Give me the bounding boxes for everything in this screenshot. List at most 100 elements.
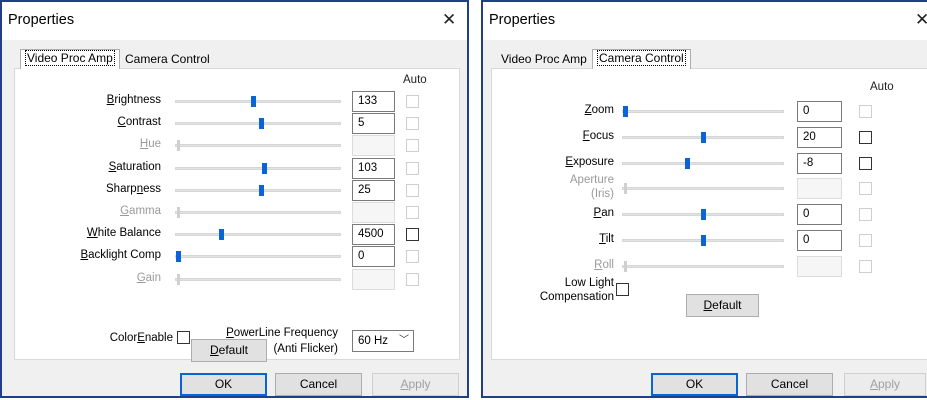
auto-column-header: Auto bbox=[870, 81, 894, 93]
sharpness-slider[interactable] bbox=[175, 184, 341, 196]
color-enable-checkbox[interactable] bbox=[177, 331, 190, 344]
tab-video-proc-amp[interactable]: Video Proc Amp bbox=[20, 49, 120, 69]
brightness-slider[interactable] bbox=[175, 96, 341, 107]
tab-camera-control[interactable]: Camera Control bbox=[121, 51, 214, 69]
tab-camera-control[interactable]: Camera Control bbox=[592, 49, 691, 69]
pan-label: Pan bbox=[593, 207, 614, 220]
compensation-label: Compensation bbox=[539, 291, 614, 303]
zoom-slider-thumb[interactable] bbox=[623, 106, 628, 117]
exposure-value-field[interactable]: -8 bbox=[797, 152, 842, 174]
backlight-comp-auto-checkbox[interactable] bbox=[406, 250, 419, 264]
hue-value-field bbox=[352, 135, 395, 157]
roll-slider-thumb bbox=[624, 260, 627, 272]
ok-button[interactable]: OK bbox=[180, 373, 267, 396]
cancel-button[interactable]: Cancel bbox=[275, 373, 362, 396]
default-button[interactable]: Default bbox=[686, 294, 759, 317]
tilt-slider[interactable] bbox=[622, 235, 784, 246]
white-balance-slider-thumb[interactable] bbox=[219, 229, 225, 241]
tab-panel: Auto Brightness 133 Contrast 5 Hue Saturation… bbox=[14, 68, 460, 360]
roll-slider bbox=[622, 260, 784, 272]
hue-slider bbox=[175, 140, 341, 152]
focus-auto-checkbox[interactable] bbox=[859, 130, 872, 144]
apply-button[interactable]: Apply bbox=[844, 373, 926, 396]
gamma-slider bbox=[175, 207, 341, 218]
hue-auto-checkbox[interactable] bbox=[406, 139, 419, 153]
zoom-auto-checkbox[interactable] bbox=[859, 105, 872, 118]
aperture-sublabel: (Iris) bbox=[591, 188, 614, 201]
saturation-value-field[interactable]: 103 bbox=[352, 157, 395, 179]
focus-slider[interactable] bbox=[622, 131, 784, 143]
brightness-label: Brightness bbox=[106, 94, 161, 106]
default-button[interactable]: Default bbox=[191, 339, 267, 362]
aperture-slider-thumb bbox=[624, 183, 627, 195]
powerline-frequency-label: PowerLine Frequency bbox=[226, 327, 338, 339]
gamma-slider-thumb bbox=[177, 207, 180, 218]
tilt-value-field[interactable]: 0 bbox=[797, 230, 842, 251]
backlight-comp-slider[interactable] bbox=[175, 251, 341, 263]
tab-video-proc-amp[interactable]: Video Proc Amp bbox=[497, 51, 591, 69]
gain-auto-checkbox[interactable] bbox=[406, 272, 419, 286]
title-bar[interactable]: Properties ✕ bbox=[483, 2, 927, 40]
sharpness-auto-checkbox[interactable] bbox=[406, 183, 419, 197]
focus-value-field[interactable]: 20 bbox=[797, 126, 842, 148]
dialog-title: Properties bbox=[489, 12, 556, 28]
backlight-comp-value-field[interactable]: 0 bbox=[352, 246, 395, 268]
brightness-auto-checkbox[interactable] bbox=[406, 95, 419, 108]
gain-value-field bbox=[352, 268, 395, 290]
tab-label: Camera Control bbox=[125, 52, 210, 66]
saturation-slider[interactable] bbox=[175, 162, 341, 174]
tab-label: Camera Control bbox=[597, 50, 686, 66]
tilt-slider-thumb[interactable] bbox=[700, 235, 706, 246]
saturation-slider-thumb[interactable] bbox=[262, 162, 268, 174]
pan-auto-checkbox[interactable] bbox=[859, 208, 872, 222]
low-light-compensation-checkbox[interactable] bbox=[616, 283, 629, 296]
brightness-value-field[interactable]: 133 bbox=[352, 91, 395, 112]
properties-dialog-video-proc-amp: Properties ✕ Video Proc Amp Camera Contr… bbox=[0, 0, 469, 398]
exposure-slider-thumb[interactable] bbox=[684, 157, 690, 169]
ok-button[interactable]: OK bbox=[651, 373, 738, 396]
zoom-value-field[interactable]: 0 bbox=[797, 101, 842, 122]
tilt-auto-checkbox[interactable] bbox=[859, 234, 872, 247]
sharpness-label: Sharpness bbox=[106, 182, 161, 195]
contrast-slider-thumb[interactable] bbox=[259, 118, 264, 130]
dialog-title: Properties bbox=[8, 12, 75, 28]
close-icon[interactable]: ✕ bbox=[442, 10, 456, 30]
zoom-label: Zoom bbox=[584, 104, 614, 116]
gamma-auto-checkbox[interactable] bbox=[406, 206, 419, 219]
cancel-button[interactable]: Cancel bbox=[746, 373, 833, 396]
hue-label: Hue bbox=[139, 138, 161, 151]
white-balance-label: White Balance bbox=[86, 227, 161, 240]
contrast-slider[interactable] bbox=[175, 118, 341, 130]
white-balance-value-field[interactable]: 4500 bbox=[352, 224, 395, 246]
roll-value-field bbox=[797, 255, 842, 277]
contrast-value-field[interactable]: 5 bbox=[352, 113, 395, 135]
pan-slider-thumb[interactable] bbox=[700, 209, 706, 221]
contrast-auto-checkbox[interactable] bbox=[406, 117, 419, 131]
white-balance-auto-checkbox[interactable] bbox=[406, 228, 419, 242]
backlight-comp-slider-thumb[interactable] bbox=[176, 251, 181, 263]
low-light-label: Low Light bbox=[564, 277, 614, 289]
sharpness-slider-thumb[interactable] bbox=[259, 184, 264, 196]
aperture-label: Aperture bbox=[569, 174, 614, 187]
hue-slider-thumb bbox=[177, 140, 180, 152]
close-icon[interactable]: ✕ bbox=[915, 10, 927, 30]
apply-button[interactable]: Apply bbox=[372, 373, 459, 396]
title-bar[interactable]: Properties ✕ bbox=[2, 2, 467, 40]
white-balance-slider[interactable] bbox=[175, 229, 341, 241]
focus-label: Focus bbox=[582, 129, 614, 142]
roll-label: Roll bbox=[594, 258, 614, 271]
exposure-slider[interactable] bbox=[622, 157, 784, 169]
sharpness-value-field[interactable]: 25 bbox=[352, 179, 395, 201]
brightness-slider-thumb[interactable] bbox=[250, 96, 256, 107]
exposure-auto-checkbox[interactable] bbox=[859, 156, 872, 170]
powerline-frequency-select[interactable]: 60 Hz ﹀ bbox=[352, 330, 414, 352]
roll-auto-checkbox[interactable] bbox=[859, 259, 872, 273]
dialog-body: Video Proc Amp Camera Control Auto Brigh… bbox=[2, 40, 467, 396]
zoom-slider[interactable] bbox=[622, 106, 784, 117]
focus-slider-thumb[interactable] bbox=[700, 131, 706, 143]
gamma-value-field bbox=[352, 202, 395, 223]
saturation-auto-checkbox[interactable] bbox=[406, 161, 419, 175]
pan-slider[interactable] bbox=[622, 209, 784, 221]
pan-value-field[interactable]: 0 bbox=[797, 204, 842, 226]
aperture-auto-checkbox[interactable] bbox=[859, 182, 872, 196]
